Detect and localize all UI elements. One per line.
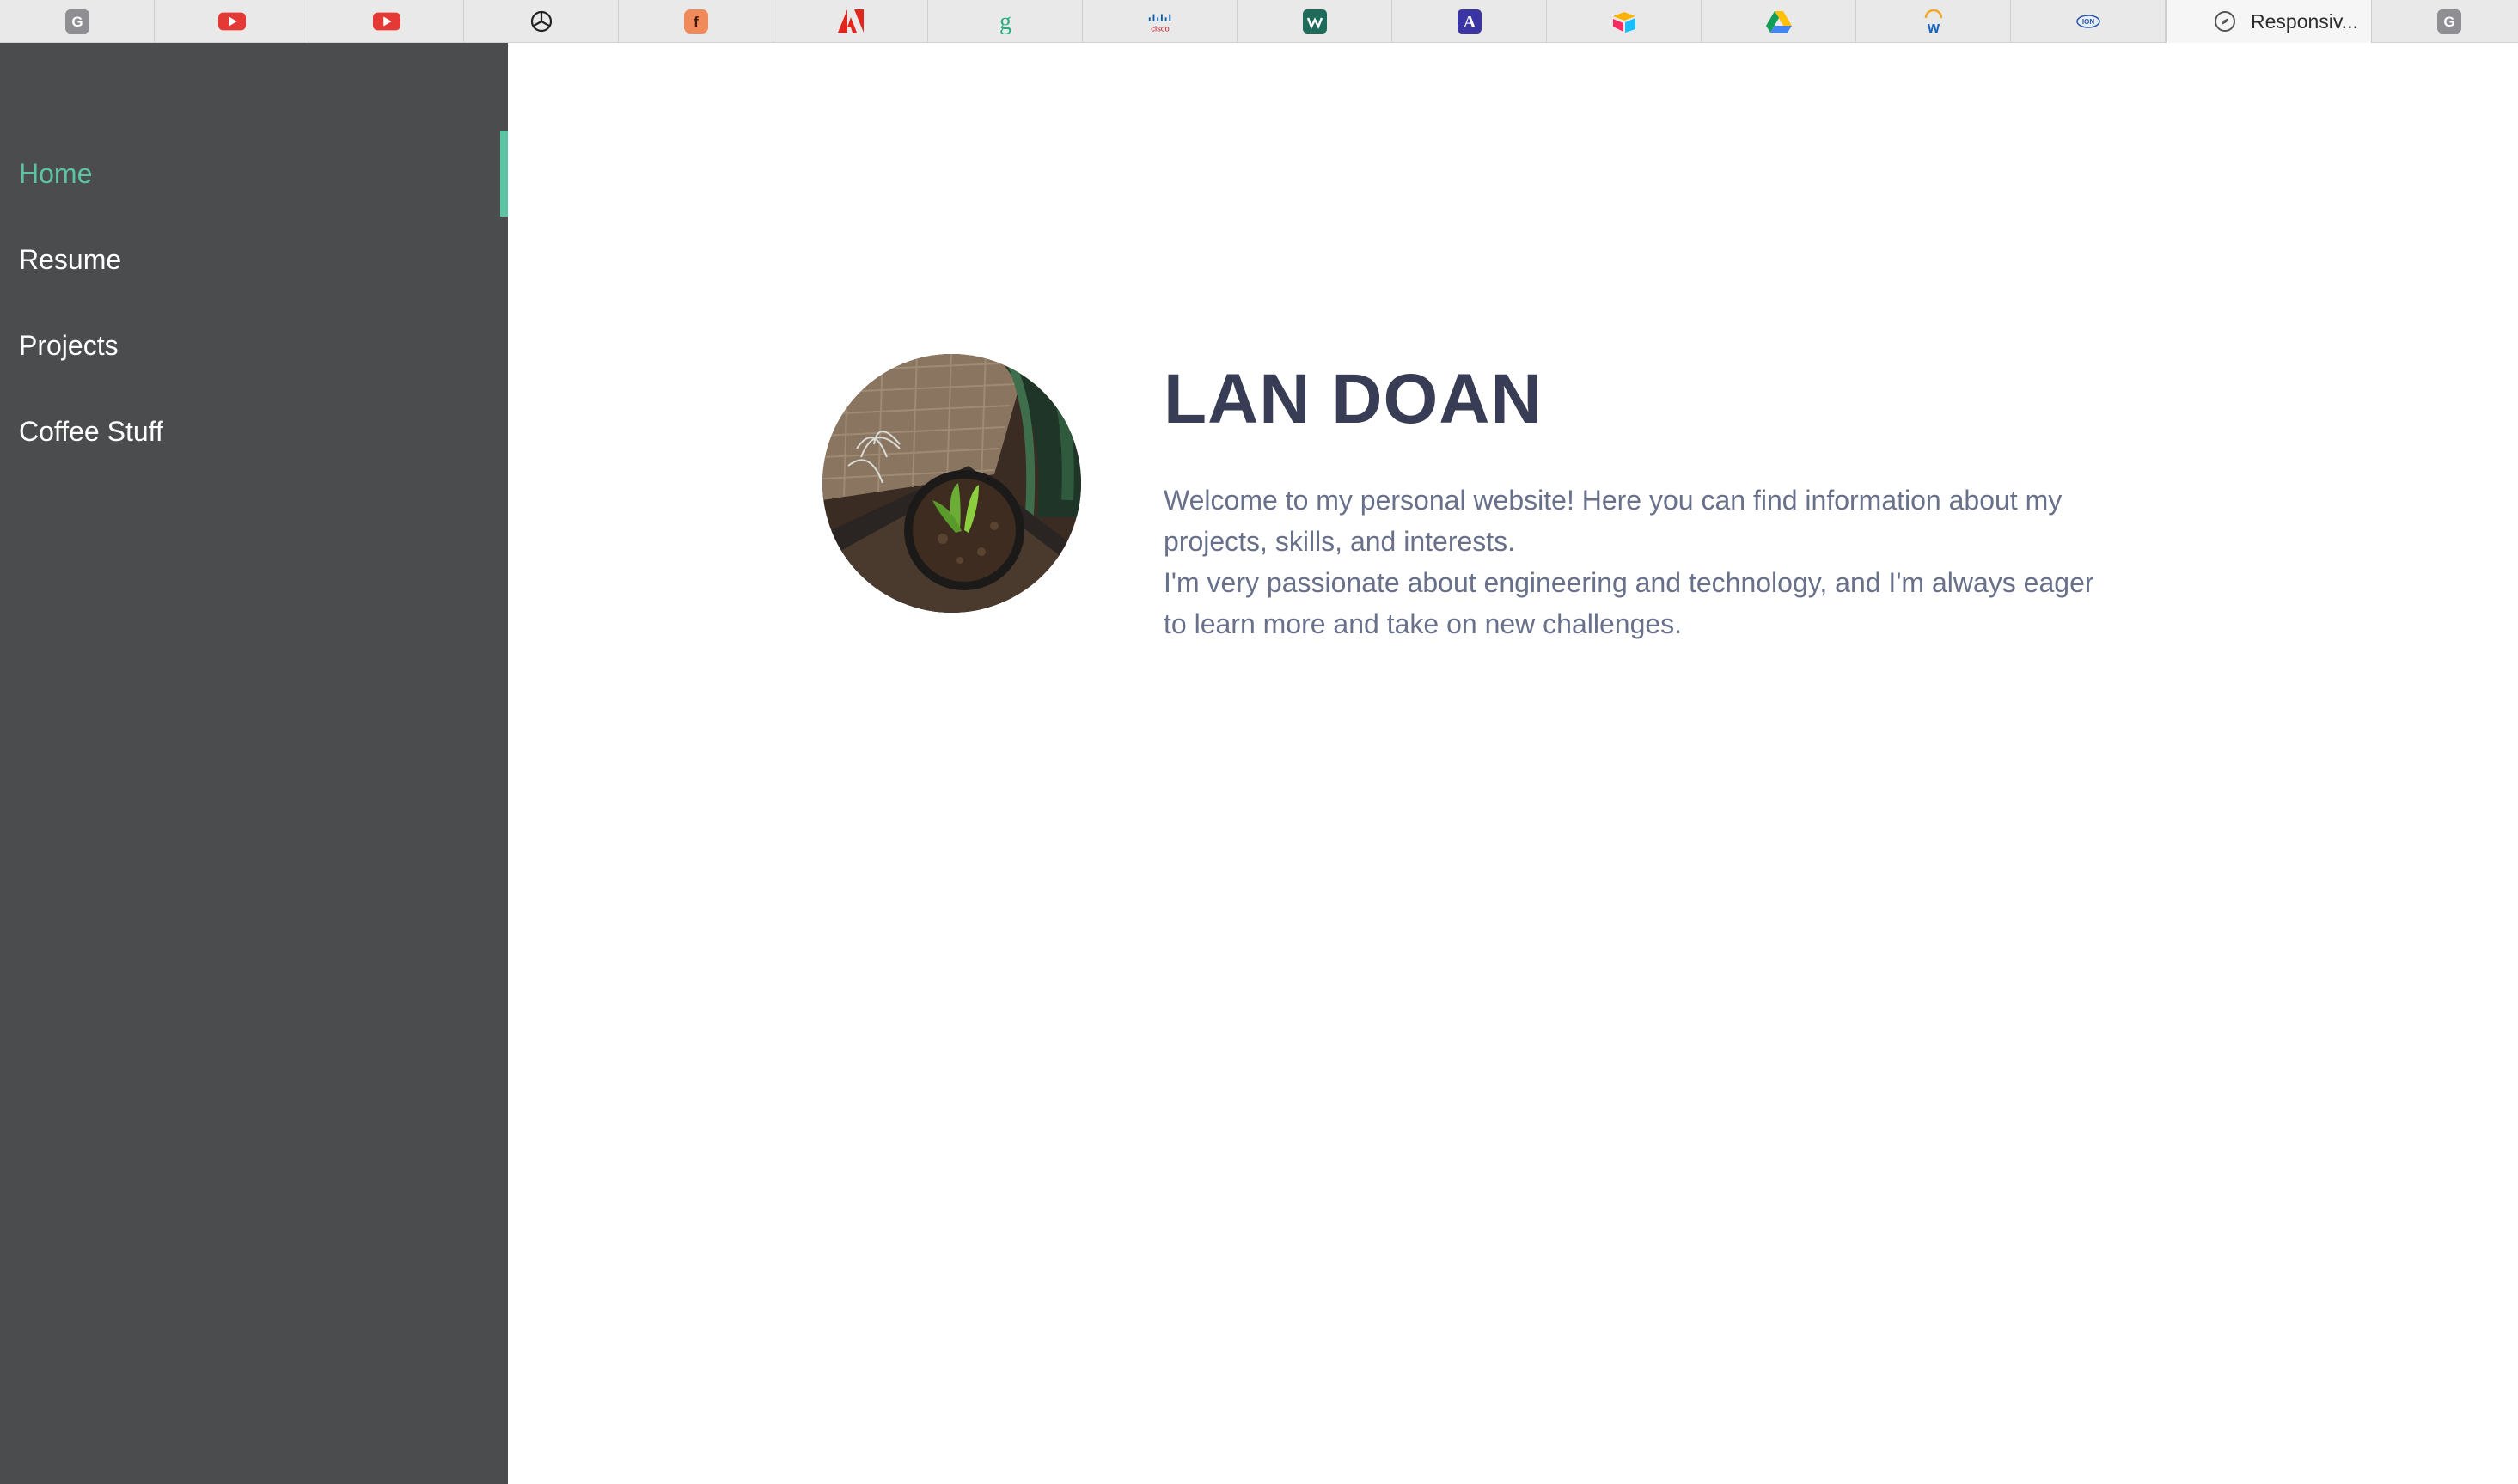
tab-grammarly-g[interactable]: g (928, 0, 1083, 43)
grammarly-g-icon: g (992, 8, 1019, 35)
airtable-icon (1610, 8, 1638, 35)
sidebar-item-home[interactable]: Home (0, 131, 508, 217)
tab-airtable[interactable] (1547, 0, 1702, 43)
google-drive-icon (1765, 8, 1793, 35)
adobe-icon (837, 8, 865, 35)
tab-cisco[interactable]: cisco (1083, 0, 1238, 43)
tab-adobe[interactable] (773, 0, 928, 43)
svg-text:w: w (1926, 19, 1940, 34)
sidebar-item-projects[interactable]: Projects (0, 302, 508, 388)
sidebar-item-coffee-stuff[interactable]: Coffee Stuff (0, 388, 508, 474)
page-title: LAN DOAN (1164, 360, 1543, 438)
browser-tab-bar: G f g cisco A w ION Responsiv... G (0, 0, 2518, 43)
tab-figma[interactable]: f (619, 0, 773, 43)
a-app-icon: A (1456, 8, 1483, 35)
tab-grammarly-last[interactable]: G (2372, 0, 2518, 43)
shell-icon: ION (2075, 8, 2102, 35)
workday-icon: w (1920, 8, 1947, 35)
cisco-icon: cisco (1146, 8, 1174, 35)
webflow-icon (1301, 8, 1329, 35)
svg-text:G: G (2443, 14, 2454, 30)
svg-text:f: f (694, 14, 699, 30)
sidebar-item-resume[interactable]: Resume (0, 217, 508, 302)
svg-text:A: A (1463, 13, 1476, 32)
avatar (822, 354, 1081, 613)
youtube-icon (372, 8, 400, 35)
tab-google-drive[interactable] (1702, 0, 1856, 43)
svg-text:cisco: cisco (1151, 23, 1169, 33)
sidebar-nav: Home Resume Projects Coffee Stuff (0, 43, 508, 1484)
intro-paragraph-1: Welcome to my personal website! Here you… (1164, 485, 2063, 557)
youtube-icon (217, 8, 246, 35)
tab-openai[interactable] (464, 0, 619, 43)
active-tab-title: Responsiv... (2251, 9, 2358, 33)
svg-text:G: G (71, 14, 83, 30)
tab-grammarly[interactable]: G (0, 0, 155, 43)
svg-text:ION: ION (2081, 18, 2093, 26)
grammarly-icon: G (64, 8, 91, 35)
openai-icon (528, 8, 555, 35)
tab-a-app[interactable]: A (1392, 0, 1547, 43)
figma-icon: f (682, 8, 710, 35)
tab-workday[interactable]: w (1856, 0, 2011, 43)
compass-icon (2211, 8, 2239, 35)
tab-responsive-active[interactable]: Responsiv... (2166, 0, 2372, 43)
tab-youtube-1[interactable] (155, 0, 309, 43)
grammarly-icon: G (2435, 8, 2463, 35)
intro-paragraph-2: I'm very passionate about engineering an… (1164, 567, 2094, 639)
intro-text: Welcome to my personal website! Here you… (1164, 479, 2118, 644)
svg-text:g: g (999, 9, 1011, 34)
tab-shell[interactable]: ION (2011, 0, 2166, 43)
tab-youtube-2[interactable] (309, 0, 464, 43)
tab-webflow[interactable] (1238, 0, 1392, 43)
